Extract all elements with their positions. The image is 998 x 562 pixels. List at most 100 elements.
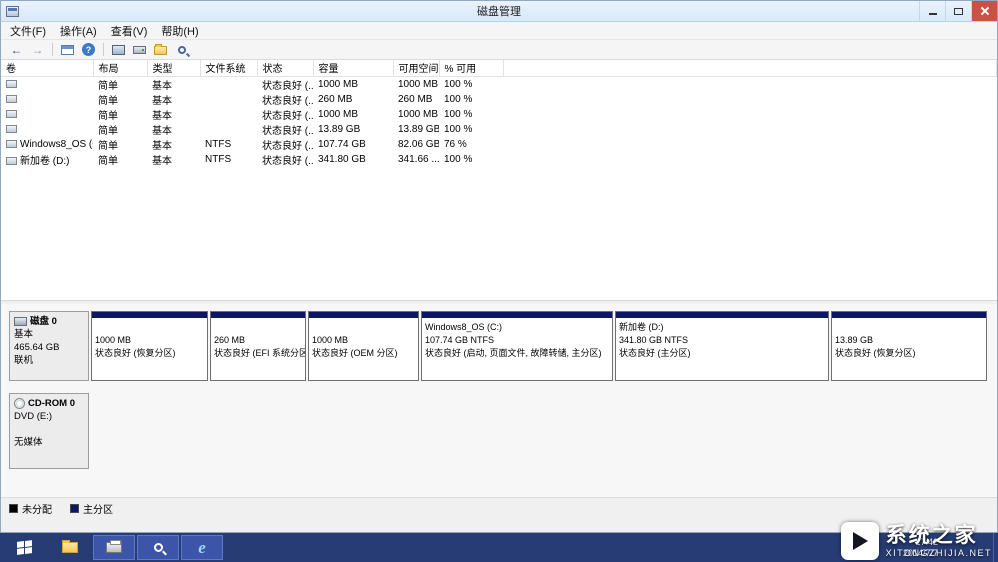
console-tree-icon — [61, 44, 74, 55]
show-desktop-button[interactable] — [993, 533, 998, 562]
menu-view[interactable]: 查看(V) — [104, 22, 155, 40]
col-volume[interactable]: 卷 — [1, 60, 94, 77]
col-free-space[interactable]: 可用空间 — [393, 60, 440, 77]
close-icon — [980, 6, 990, 16]
taskbar-internet-explorer[interactable] — [181, 535, 223, 560]
watermark-title: 系统之家 — [885, 524, 978, 547]
cdrom-name: CD-ROM 0 — [28, 398, 75, 409]
search-button[interactable] — [172, 41, 191, 58]
volume-icon — [6, 156, 17, 165]
show-icon — [112, 44, 125, 55]
partition-size: 1000 MB — [312, 335, 349, 345]
internet-explorer-icon — [198, 538, 206, 558]
window-controls — [919, 1, 997, 21]
partition-size: 260 MB — [214, 335, 246, 345]
partition-size: 13.89 GB — [835, 335, 874, 345]
partition-title: Windows8_OS (C:) — [425, 322, 503, 332]
partition-windows8-os-c[interactable]: Windows8_OS (C:) 107.74 GB NTFS 状态良好 (启动… — [421, 311, 613, 381]
app-icon — [6, 5, 19, 17]
menu-action[interactable]: 操作(A) — [53, 22, 104, 40]
col-type[interactable]: 类型 — [147, 60, 201, 77]
col-filesystem[interactable]: 文件系统 — [200, 60, 258, 77]
back-icon — [11, 41, 23, 59]
menubar: 文件(F) 操作(A) 查看(V) 帮助(H) — [1, 22, 997, 40]
partition-recovery-2[interactable]: 13.89 GB 状态良好 (恢复分区) — [831, 311, 987, 381]
disk0-name: 磁盘 0 — [30, 316, 57, 327]
close-button[interactable] — [971, 1, 997, 21]
menu-help[interactable]: 帮助(H) — [154, 22, 205, 40]
table-row[interactable]: 简单 基本 状态良好 (... 1000 MB 1000 MB 100 % — [1, 107, 997, 122]
cdrom-drive: DVD (E:) — [14, 411, 52, 422]
table-row[interactable]: 简单 基本 状态良好 (... 260 MB 260 MB 100 % — [1, 92, 997, 107]
partition-efi[interactable]: 260 MB 状态良好 (EFI 系统分区) — [210, 311, 306, 381]
window-title: 磁盘管理 — [477, 6, 521, 18]
help-button[interactable] — [79, 41, 98, 58]
menu-file[interactable]: 文件(F) — [3, 22, 53, 40]
partition-status: 状态良好 (主分区) — [619, 348, 691, 358]
disk-management-window: 磁盘管理 文件(F) 操作(A) 查看(V) 帮助(H) ← → ? 卷 布局 … — [0, 0, 998, 533]
disk0-partitions: 1000 MB 状态良好 (恢复分区) 260 MB 状态良好 (EFI 系统分… — [91, 311, 987, 381]
legend-primary-label: 主分区 — [83, 505, 113, 516]
partition-status: 状态良好 (EFI 系统分区) — [214, 348, 305, 358]
partition-oem[interactable]: 1000 MB 状态良好 (OEM 分区) — [308, 311, 419, 381]
windows-logo-icon — [16, 540, 32, 555]
partition-title — [832, 321, 986, 334]
minimize-button[interactable] — [919, 1, 945, 21]
maximize-button[interactable] — [945, 1, 971, 21]
unallocated-color-swatch — [9, 504, 18, 513]
folder-button[interactable] — [151, 41, 170, 58]
cdrom-header[interactable]: CD-ROM 0 DVD (E:) 无媒体 — [9, 393, 89, 469]
partition-size: 107.74 GB NTFS — [425, 335, 495, 345]
console-tree-button[interactable] — [58, 41, 77, 58]
volume-icon — [6, 109, 17, 118]
volume-list-pane: 卷 布局 类型 文件系统 状态 容量 可用空间 % 可用 简单 基本 状态良好 … — [1, 60, 997, 300]
taskbar-file-explorer[interactable] — [49, 535, 91, 560]
partition-new-volume-d[interactable]: 新加卷 (D:) 341.80 GB NTFS 状态良好 (主分区) — [615, 311, 829, 381]
partition-title — [309, 321, 418, 334]
disk0-row: 磁盘 0 基本 465.64 GB 联机 1000 MB 状态良好 (恢复分区) — [9, 311, 989, 381]
graphical-view-pane: 磁盘 0 基本 465.64 GB 联机 1000 MB 状态良好 (恢复分区) — [1, 304, 997, 497]
file-explorer-icon — [62, 540, 78, 553]
back-button[interactable] — [7, 41, 26, 58]
watermark: 系统之家 XITONGZHIJIA.NET — [840, 522, 992, 560]
cdrom-icon — [14, 398, 25, 409]
disk0-type: 基本 — [14, 329, 34, 340]
volume-table: 卷 布局 类型 文件系统 状态 容量 可用空间 % 可用 简单 基本 状态良好 … — [1, 60, 997, 167]
taskbar-search[interactable] — [137, 535, 179, 560]
printer-icon — [106, 540, 122, 553]
col-layout[interactable]: 布局 — [93, 60, 148, 77]
partition-recovery-1[interactable]: 1000 MB 状态良好 (恢复分区) — [91, 311, 208, 381]
volume-icon — [6, 79, 17, 88]
col-status[interactable]: 状态 — [257, 60, 314, 77]
minimize-icon — [928, 13, 937, 15]
watermark-subtitle: XITONGZHIJIA.NET — [885, 548, 992, 558]
forward-button[interactable] — [28, 41, 47, 58]
search-icon — [153, 543, 163, 552]
partition-status: 状态良好 (恢复分区) — [95, 348, 176, 358]
desktop-screen: 磁盘管理 文件(F) 操作(A) 查看(V) 帮助(H) ← → ? 卷 布局 … — [0, 0, 998, 562]
table-row[interactable]: 新加卷 (D:) 简单 基本 NTFS 状态良好 (... 341.80 GB … — [1, 152, 997, 167]
legend-unallocated-label: 未分配 — [22, 505, 52, 516]
table-row[interactable]: 简单 基本 状态良好 (... 1000 MB 1000 MB 100 % — [1, 76, 997, 92]
table-row[interactable]: 简单 基本 状态良好 (... 13.89 GB 13.89 GB 100 % — [1, 122, 997, 137]
start-button[interactable] — [0, 533, 48, 562]
col-capacity[interactable]: 容量 — [313, 60, 394, 77]
taskbar-printer-app[interactable] — [93, 535, 135, 560]
partition-status: 状态良好 (恢复分区) — [835, 348, 916, 358]
partition-type-band — [211, 312, 305, 318]
titlebar[interactable]: 磁盘管理 — [1, 1, 997, 22]
table-header-row: 卷 布局 类型 文件系统 状态 容量 可用空间 % 可用 — [1, 60, 997, 77]
legend-primary: 主分区 — [70, 501, 113, 516]
legend-bar: 未分配 主分区 — [1, 497, 997, 519]
table-row[interactable]: Windows8_OS (C:) 简单 基本 NTFS 状态良好 (... 10… — [1, 137, 997, 152]
disk-action-button[interactable] — [130, 41, 149, 58]
partition-title — [211, 321, 305, 334]
disk0-header[interactable]: 磁盘 0 基本 465.64 GB 联机 — [9, 311, 89, 381]
col-pct-free[interactable]: % 可用 — [439, 60, 504, 77]
cdrom-row: CD-ROM 0 DVD (E:) 无媒体 — [9, 393, 989, 469]
partition-type-band — [92, 312, 207, 318]
disk0-size: 465.64 GB — [14, 342, 60, 353]
disk-icon — [14, 317, 27, 326]
show-button[interactable] — [109, 41, 128, 58]
volume-icon — [6, 94, 17, 103]
